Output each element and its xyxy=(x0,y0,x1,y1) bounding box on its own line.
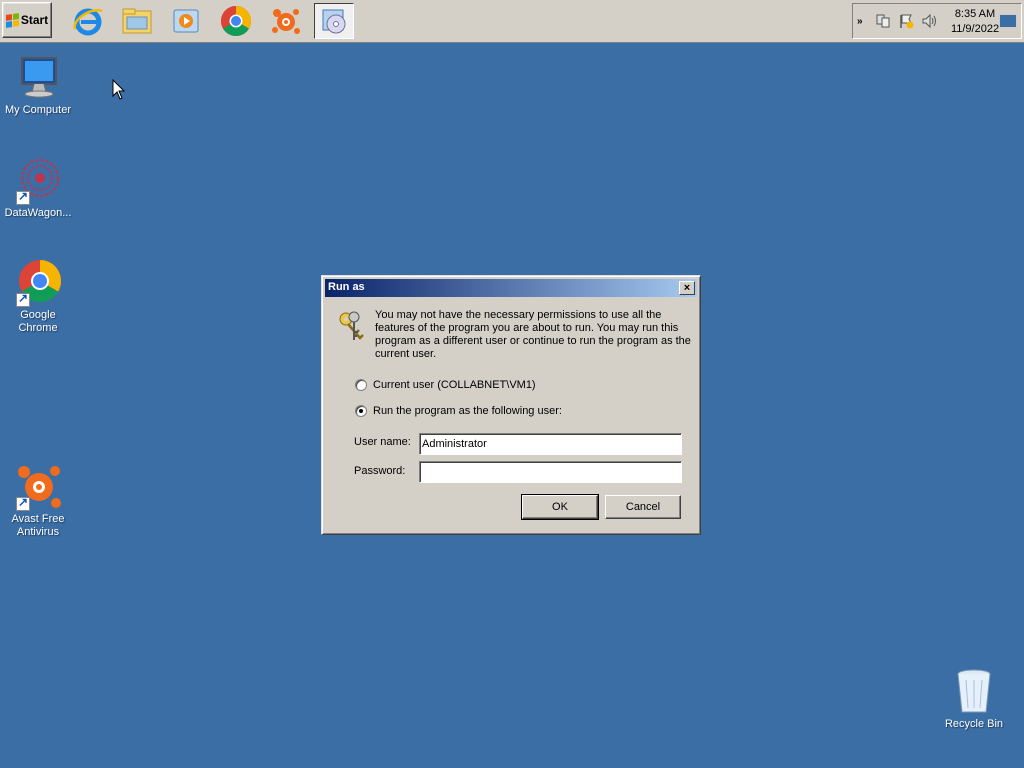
windows-explorer-icon[interactable] xyxy=(117,3,157,39)
action-center-flag-icon[interactable] xyxy=(898,13,914,29)
following-user-option[interactable]: Run the program as the following user: xyxy=(355,405,562,417)
system-tray: » 8:35 AM 11/9/2022 xyxy=(852,3,1022,39)
windows-logo-icon xyxy=(5,12,19,28)
shortcut-arrow-icon xyxy=(16,495,30,511)
following-user-radio[interactable] xyxy=(355,405,367,417)
mouse-cursor-icon xyxy=(112,79,126,100)
close-icon: × xyxy=(683,281,691,294)
volume-icon[interactable] xyxy=(921,13,937,29)
desktop-icon-avast-free-antivirus[interactable]: Avast Free Antivirus xyxy=(0,463,76,539)
username-field[interactable] xyxy=(419,433,682,455)
chrome-icon[interactable] xyxy=(216,3,256,39)
desktop-icon-my-computer[interactable]: My Computer xyxy=(0,54,76,117)
shortcut-arrow-icon xyxy=(16,291,30,307)
dialog-message: You may not have the necessary permissio… xyxy=(375,309,691,360)
clock-time: 8:35 AM xyxy=(954,8,996,20)
internet-explorer-icon[interactable] xyxy=(68,3,108,39)
start-label: Start xyxy=(20,13,49,27)
clock-date: 11/9/2022 xyxy=(950,23,1000,35)
show-desktop-button[interactable] xyxy=(999,14,1017,28)
network-icon[interactable] xyxy=(875,13,891,29)
desktop-icon-recycle-bin[interactable]: Recycle Bin xyxy=(936,668,1012,731)
clock[interactable]: 8:35 AM 11/9/2022 xyxy=(949,7,1001,37)
my-computer-icon xyxy=(14,54,62,102)
password-field[interactable] xyxy=(419,461,682,483)
google-chrome-icon xyxy=(14,259,62,307)
shortcut-arrow-icon xyxy=(16,189,30,205)
datawagon-icon xyxy=(14,157,62,205)
password-label: Password: xyxy=(354,465,406,477)
tray-expand-icon[interactable]: » xyxy=(857,16,863,27)
desktop-icon-label: Avast Free Antivirus xyxy=(11,513,65,538)
current-user-option[interactable]: Current user (COLLABNET\VM1) xyxy=(355,379,536,391)
username-label: User name: xyxy=(354,436,411,448)
desktop-icon-label: My Computer xyxy=(4,104,72,116)
dialog-titlebar[interactable]: Run as × xyxy=(325,279,697,297)
avast-icon xyxy=(14,463,62,511)
keys-icon xyxy=(334,308,370,344)
ok-button[interactable]: OK xyxy=(521,494,599,520)
dialog-title: Run as xyxy=(328,281,365,293)
avast-icon[interactable] xyxy=(266,3,306,39)
setup-disc-icon[interactable] xyxy=(314,3,354,39)
current-user-radio[interactable] xyxy=(355,379,367,391)
current-user-label: Current user (COLLABNET\VM1) xyxy=(373,379,536,391)
recycle-bin-icon xyxy=(950,668,998,716)
start-button[interactable]: Start xyxy=(2,2,52,38)
cancel-button[interactable]: Cancel xyxy=(605,495,681,519)
run-as-dialog: Run as × You may not have the necessary … xyxy=(321,275,701,535)
taskbar: Start » 8:35 AM 11/9/2022 xyxy=(0,0,1024,43)
desktop-icon-datawagon[interactable]: DataWagon... xyxy=(0,157,76,220)
desktop-icon-label: Recycle Bin xyxy=(944,718,1004,730)
desktop-icon-google-chrome[interactable]: Google Chrome xyxy=(0,259,76,335)
desktop-icon-label: Google Chrome xyxy=(18,309,58,334)
desktop-icon-label: DataWagon... xyxy=(4,207,72,219)
media-player-icon[interactable] xyxy=(166,3,206,39)
close-button[interactable]: × xyxy=(679,281,695,295)
following-user-label: Run the program as the following user: xyxy=(373,405,562,417)
